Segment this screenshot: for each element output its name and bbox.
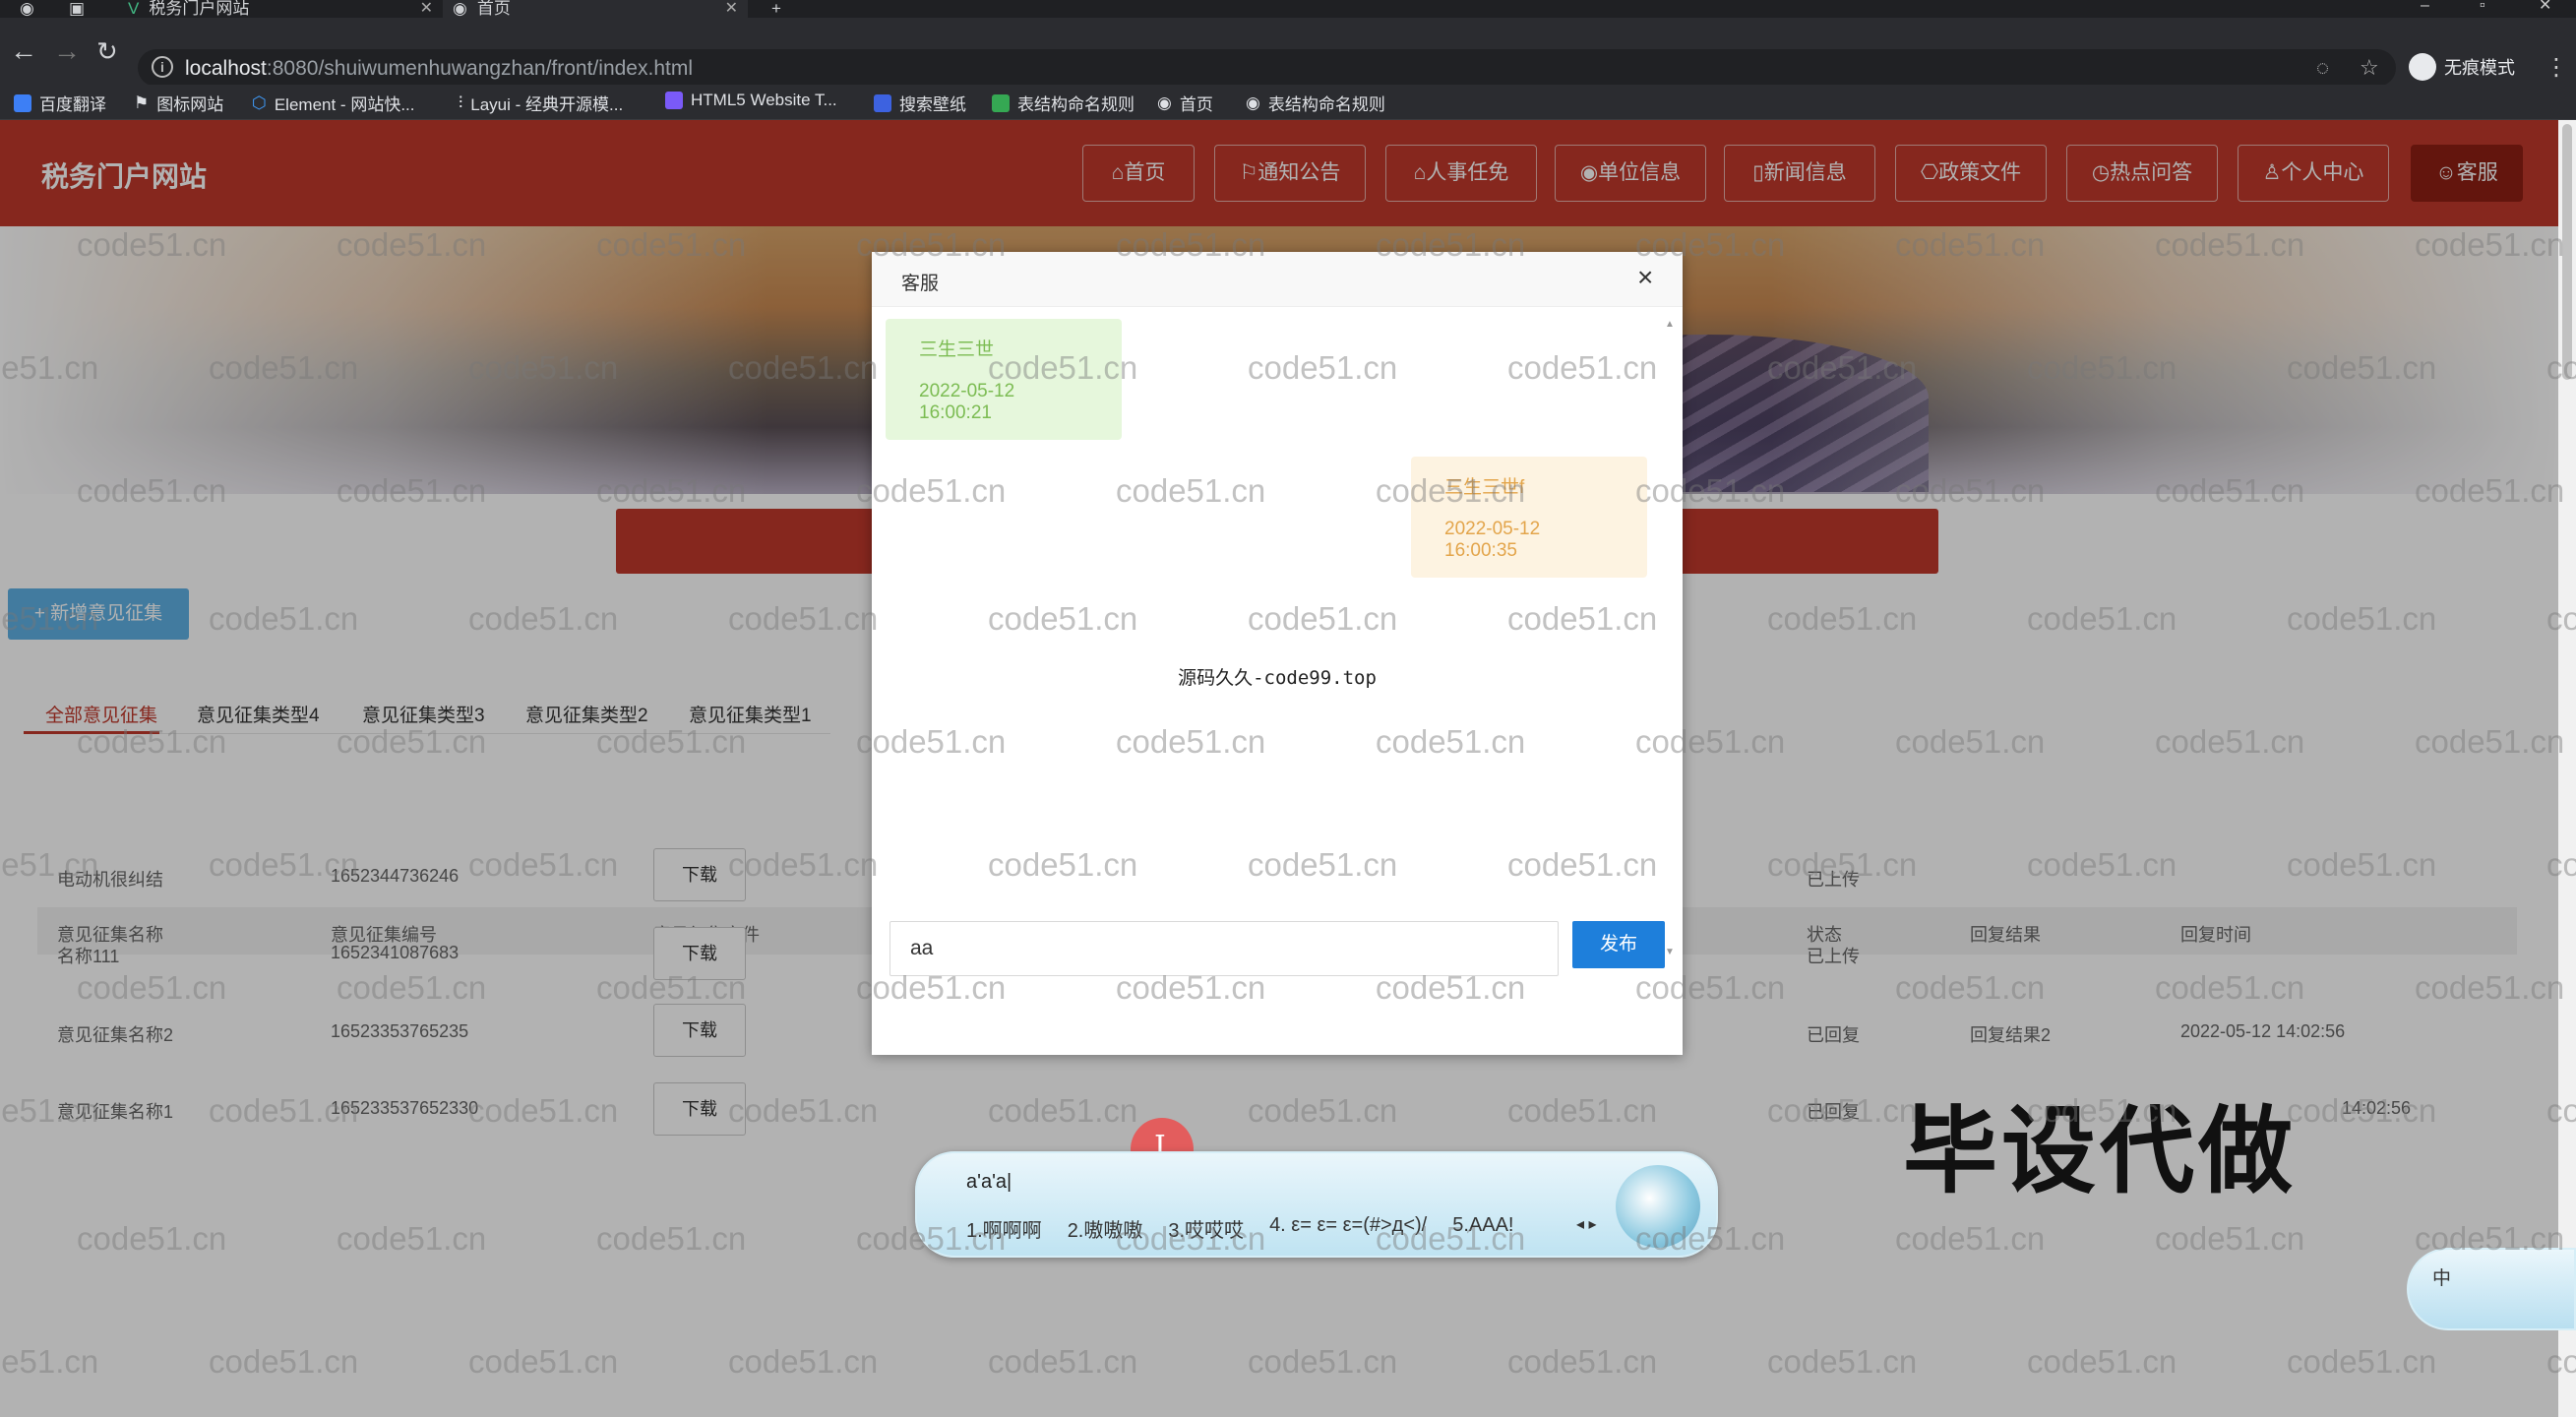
browser-tab-icon[interactable]: ▣: [69, 0, 85, 18]
window-close-icon[interactable]: ✕: [2539, 0, 2551, 14]
bookmark-label: 表结构命名规则: [1017, 95, 1135, 114]
bookmark-favicon-icon: [665, 92, 683, 109]
bookmark-favicon-icon: [874, 93, 891, 112]
eye-off-icon[interactable]: ◌: [2316, 55, 2329, 81]
sender-name: 三生三世: [919, 339, 995, 360]
ime-composition: a'a'a|: [966, 1171, 1012, 1193]
layui-logo-icon: ⫶: [459, 92, 463, 112]
browser-menu-icon[interactable]: ⋮: [2545, 53, 2568, 82]
scroll-up-icon[interactable]: ▲: [1665, 319, 1675, 330]
incognito-indicator[interactable]: 无痕模式: [2409, 53, 2515, 81]
ime-page-arrows-icon[interactable]: ◂ ▸: [1576, 1214, 1597, 1234]
browser-tab-1[interactable]: V 税务门户网站 ✕: [118, 0, 443, 18]
address-bar-row: ← → ↻ i localhost:8080/shuiwumenhuwangzh…: [0, 18, 2576, 87]
send-button[interactable]: 发布: [1572, 921, 1665, 968]
browser-tab-strip: ◉ ▣ V 税务门户网站 ✕ ◉ 首页 ✕ + – ▫ ✕: [0, 0, 2576, 18]
message-time: 2022-05-12 16:00:35: [1444, 519, 1541, 561]
element-logo-icon: ⬡: [252, 92, 267, 112]
chat-scrollbar[interactable]: ▲ ▼: [1665, 319, 1675, 960]
bookmark-label: Element - 网站快...: [274, 95, 415, 114]
bookmark-item[interactable]: 搜索壁纸: [874, 91, 966, 115]
bookmark-item[interactable]: ◉ 表结构命名规则: [1246, 91, 1385, 115]
ime-skin-logo-icon: [1616, 1165, 1700, 1248]
incognito-avatar-icon: [2409, 53, 2436, 81]
close-icon[interactable]: ×: [1637, 264, 1653, 291]
ime-candidates: 1.啊啊啊 2.嗷嗷嗷 3.哎哎哎 4. ε= ε= ε=(#>д<)/ 5.A…: [966, 1214, 1514, 1243]
bookmark-label: 百度翻译: [39, 95, 106, 114]
ime-candidate[interactable]: 5.AAA!: [1452, 1214, 1513, 1243]
minimize-icon[interactable]: –: [2421, 0, 2429, 14]
sender-name: 三生三世f: [1444, 477, 1525, 498]
url-field[interactable]: i localhost:8080/shuiwumenhuwangzhan/fro…: [138, 49, 2396, 87]
dialog-title: 客服: [901, 274, 940, 294]
center-watermark: 源码久久-code99.top: [1178, 667, 1377, 689]
close-tab-icon[interactable]: ✕: [725, 1, 738, 17]
overlay-caption: 毕设代做: [1903, 1099, 2297, 1204]
new-tab-button[interactable]: +: [771, 0, 781, 18]
star-icon[interactable]: ☆: [2360, 55, 2379, 81]
browser-tab-label: 税务门户网站: [149, 0, 250, 18]
maximize-icon[interactable]: ▫: [2480, 0, 2485, 14]
vue-icon: V: [128, 0, 140, 18]
bookmark-item[interactable]: ⚑ 图标网站: [134, 91, 223, 115]
globe-icon: ◉: [1157, 92, 1172, 112]
ime-candidate[interactable]: 1.啊啊啊: [966, 1214, 1042, 1243]
globe-icon: ◉: [1246, 92, 1260, 112]
dialog-header: 客服 ×: [872, 252, 1683, 307]
chat-message-sent: 三生三世f 2022-05-12 16:00:35: [1411, 457, 1647, 578]
flag-icon: ⚑: [134, 92, 150, 112]
bookmarks-bar: 百度翻译 ⚑ 图标网站 ⬡ Element - 网站快... ⫶ Layui - 经典…: [0, 85, 2576, 120]
bookmark-item[interactable]: ⬡ Element - 网站快...: [252, 91, 414, 115]
ime-candidate[interactable]: 3.哎哎哎: [1168, 1214, 1244, 1243]
bookmark-label: Layui - 经典开源模...: [470, 95, 624, 114]
browser-app-icon: ◉: [20, 0, 34, 18]
scrollbar-thumb[interactable]: [2562, 124, 2572, 380]
incognito-label: 无痕模式: [2444, 58, 2515, 78]
customer-service-dialog: 客服 × 三生三世 2022-05-12 16:00:21 三生三世f 2022…: [872, 252, 1683, 1055]
ime-language-toggle[interactable]: 中: [2432, 1263, 2451, 1290]
ime-status-bar[interactable]: 中: [2407, 1248, 2576, 1330]
bookmark-label: 表结构命名规则: [1267, 95, 1385, 114]
ime-candidate-window: a'a'a| 1.啊啊啊 2.嗷嗷嗷 3.哎哎哎 4. ε= ε= ε=(#>д…: [915, 1151, 1718, 1258]
bookmark-label: 搜索壁纸: [899, 95, 966, 114]
bookmark-favicon-icon: [14, 93, 31, 112]
message-input[interactable]: aa: [889, 921, 1559, 976]
page-scrollbar[interactable]: [2558, 120, 2576, 1417]
ime-candidate[interactable]: 2.嗷嗷嗷: [1068, 1214, 1143, 1243]
chat-messages[interactable]: 三生三世 2022-05-12 16:00:21 三生三世f 2022-05-1…: [872, 307, 1683, 966]
forward-arrow-icon[interactable]: →: [53, 35, 81, 67]
site-info-icon[interactable]: i: [152, 56, 173, 78]
bookmark-item[interactable]: 百度翻译: [14, 91, 106, 115]
bookmark-favicon-icon: [992, 93, 1010, 112]
ime-candidate[interactable]: 4. ε= ε= ε=(#>д<)/: [1269, 1214, 1427, 1243]
reload-icon[interactable]: ↻: [96, 35, 118, 67]
bookmark-item[interactable]: HTML5 Website T...: [665, 91, 837, 110]
scroll-down-icon[interactable]: ▼: [1665, 947, 1675, 957]
browser-tab-2[interactable]: ◉ 首页 ✕: [443, 0, 748, 18]
url-path: :8080/shuiwumenhuwangzhan/front/index.ht…: [266, 57, 693, 80]
globe-icon: ◉: [453, 0, 467, 18]
message-time: 2022-05-12 16:00:21: [919, 381, 1015, 423]
back-arrow-icon[interactable]: ←: [10, 35, 37, 67]
bookmark-item[interactable]: 表结构命名规则: [992, 91, 1135, 115]
url-host: localhost: [185, 57, 267, 80]
close-tab-icon[interactable]: ✕: [420, 1, 433, 17]
bookmark-item[interactable]: ⫶ Layui - 经典开源模...: [459, 91, 623, 115]
chat-message-received: 三生三世 2022-05-12 16:00:21: [886, 319, 1122, 440]
url-text: localhost:8080/shuiwumenhuwangzhan/front…: [185, 57, 693, 81]
bookmark-label: 图标网站: [156, 95, 224, 114]
bookmark-label: HTML5 Website T...: [691, 91, 837, 109]
browser-tab-label: 首页: [476, 0, 511, 18]
bookmark-label: 首页: [1179, 95, 1213, 114]
bookmark-item[interactable]: ◉ 首页: [1157, 91, 1213, 115]
